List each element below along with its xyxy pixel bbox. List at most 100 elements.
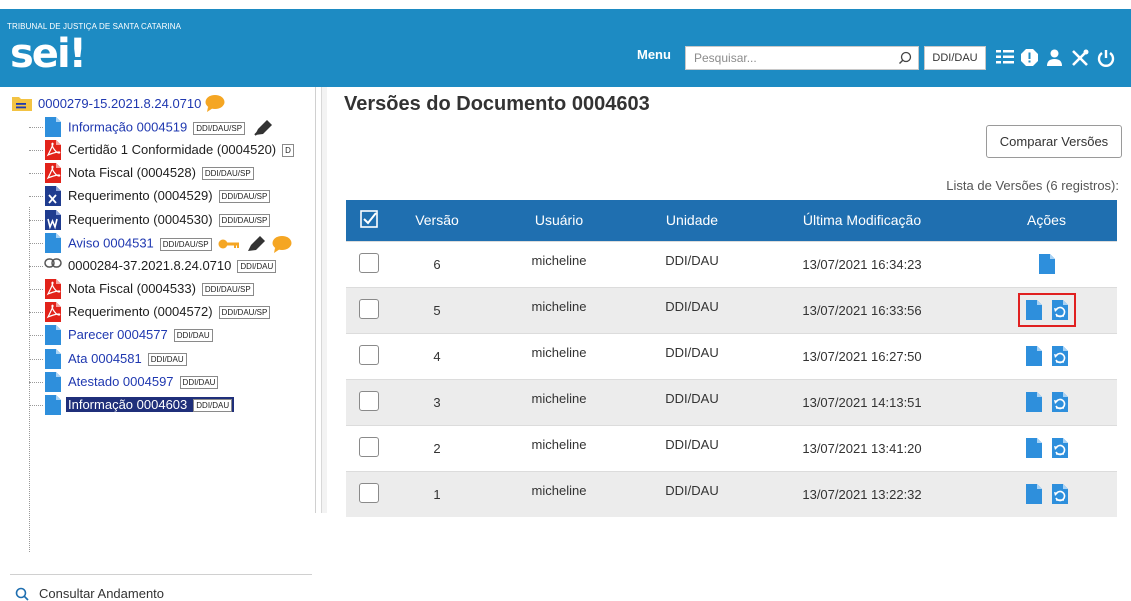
unit-tag[interactable]: DDI/DAU [193, 399, 233, 413]
tree-item-text[interactable]: Requerimento (0004530) [68, 212, 213, 227]
tree-item-label[interactable]: 0000284-37.2021.8.24.0710 DDI/DAU [68, 258, 277, 274]
tree-item-text[interactable]: Informação 0004603 [68, 397, 187, 412]
row-checkbox[interactable] [359, 298, 379, 319]
row-checkbox[interactable] [359, 252, 379, 273]
comment-icon[interactable] [272, 235, 292, 253]
tree-item[interactable]: Requerimento (0004530) DDI/DAU/SP [0, 209, 316, 231]
tree-item[interactable]: Certidão 1 Conformidade (0004520) D [0, 139, 316, 161]
unit-tag[interactable]: DDI/DAU [173, 329, 213, 343]
doc-blue-icon[interactable] [44, 233, 62, 256]
link-icon[interactable] [44, 256, 62, 273]
tree-item-label[interactable]: Aviso 0004531 DDI/DAU/SP [68, 235, 292, 253]
view-version-icon[interactable] [1025, 438, 1042, 458]
doc-blue-icon[interactable] [44, 395, 62, 418]
tree-item-label[interactable]: Parecer 0004577 DDI/DAU [68, 327, 213, 343]
signature-pen-icon[interactable] [253, 119, 273, 137]
row-checkbox[interactable] [359, 482, 379, 503]
folder-icon[interactable] [12, 95, 32, 111]
alert-icon[interactable] [1021, 49, 1038, 66]
tree-item-text[interactable]: Aviso 0004531 [68, 235, 154, 250]
unit-tag[interactable]: DDI/DAU [147, 353, 187, 367]
tree-item[interactable]: Parecer 0004577 DDI/DAU [0, 324, 316, 346]
search-icon[interactable] [898, 51, 912, 65]
unit-tag[interactable]: DDI/DAU/SP [201, 283, 254, 297]
consult-progress-label[interactable]: Consultar Andamento [39, 586, 164, 601]
tree-item[interactable]: Informação 0004603 DDI/DAU [0, 394, 316, 416]
view-version-icon[interactable] [1025, 346, 1042, 366]
row-checkbox[interactable] [359, 436, 379, 457]
unit-tag[interactable]: DDI/DAU/SP [218, 306, 271, 320]
tree-item[interactable]: Nota Fiscal (0004528) DDI/DAU/SP [0, 162, 316, 184]
tree-item-label[interactable]: Nota Fiscal (0004533) DDI/DAU/SP [68, 281, 254, 297]
compare-versions-button[interactable]: Comparar Versões [986, 125, 1122, 158]
key-icon[interactable] [218, 238, 240, 250]
tree-item[interactable]: Ata 0004581 DDI/DAU [0, 348, 316, 370]
tree-item[interactable]: Requerimento (0004572) DDI/DAU/SP [0, 301, 316, 323]
unit-tag[interactable]: DDI/DAU/SP [218, 190, 271, 204]
consult-progress-link[interactable]: Consultar Andamento [15, 586, 164, 601]
tree-item-label[interactable]: Nota Fiscal (0004528) DDI/DAU/SP [68, 165, 254, 181]
menu-button[interactable]: Menu [637, 47, 671, 62]
unit-tag[interactable]: DDI/DAU/SP [193, 121, 246, 135]
tree-item[interactable]: Informação 0004519 DDI/DAU/SP [0, 116, 316, 138]
user-icon[interactable] [1046, 49, 1063, 66]
panel-splitter[interactable] [321, 87, 327, 513]
tree-item-text[interactable]: Certidão 1 Conformidade (0004520) [68, 142, 276, 157]
unit-tag[interactable]: DDI/DAU [237, 260, 277, 274]
restore-version-icon[interactable] [1051, 300, 1068, 320]
excel-icon[interactable] [44, 186, 62, 209]
view-version-icon[interactable] [1025, 484, 1042, 505]
tree-item-text[interactable]: Atestado 0004597 [68, 374, 174, 389]
doc-blue-icon[interactable] [44, 349, 62, 372]
doc-blue-icon[interactable] [44, 117, 62, 140]
doc-blue-icon[interactable] [44, 372, 62, 395]
restore-version-icon[interactable] [1051, 346, 1068, 366]
restore-version-icon[interactable] [1051, 438, 1068, 458]
tree-item[interactable]: Requerimento (0004529) DDI/DAU/SP [0, 185, 316, 207]
word-icon[interactable] [44, 210, 62, 233]
tree-item-label[interactable]: Requerimento (0004529) DDI/DAU/SP [68, 188, 271, 204]
tools-icon[interactable] [1071, 49, 1089, 67]
control-panel-icon[interactable] [996, 49, 1014, 65]
restore-version-icon[interactable] [1051, 484, 1068, 505]
view-version-icon[interactable] [1025, 300, 1042, 320]
row-checkbox[interactable] [359, 390, 379, 411]
view-version-icon[interactable] [1025, 392, 1042, 412]
tree-item-text[interactable]: Informação 0004519 [68, 119, 187, 134]
tree-item-label[interactable]: Certidão 1 Conformidade (0004520) D [68, 142, 294, 158]
tree-item-text[interactable]: Nota Fiscal (0004533) [68, 281, 196, 296]
tree-item-text[interactable]: Requerimento (0004572) [68, 304, 213, 319]
tree-item[interactable]: Atestado 0004597 DDI/DAU [0, 371, 316, 393]
unit-selector[interactable]: DDI/DAU [924, 46, 986, 70]
pdf-icon[interactable] [44, 163, 62, 186]
restore-version-icon[interactable] [1051, 392, 1068, 412]
tree-item-label[interactable]: Requerimento (0004530) DDI/DAU/SP [68, 212, 271, 228]
tree-item-text[interactable]: Parecer 0004577 [68, 327, 168, 342]
process-root[interactable]: 0000279-15.2021.8.24.0710 [12, 92, 225, 114]
pdf-icon[interactable] [44, 302, 62, 325]
unit-tag[interactable]: D [282, 144, 294, 158]
tree-item[interactable]: Aviso 0004531 DDI/DAU/SP [0, 232, 316, 254]
tree-item-text[interactable]: Requerimento (0004529) [68, 188, 213, 203]
tree-item-label[interactable]: Informação 0004519 DDI/DAU/SP [68, 119, 273, 137]
unit-tag[interactable]: DDI/DAU/SP [159, 237, 212, 251]
tree-item-label[interactable]: Atestado 0004597 DDI/DAU [68, 374, 219, 390]
pdf-icon[interactable] [44, 279, 62, 302]
comment-icon[interactable] [205, 94, 225, 112]
select-all-header[interactable] [346, 200, 392, 241]
select-all-icon[interactable] [360, 209, 378, 228]
sei-logo[interactable]: sei! [10, 31, 87, 77]
tree-item-label[interactable]: Informação 0004603 DDI/DAU [66, 397, 235, 413]
view-version-icon[interactable] [1038, 254, 1055, 274]
row-checkbox[interactable] [359, 344, 379, 365]
pdf-icon[interactable] [44, 140, 62, 163]
tree-item-text[interactable]: 0000284-37.2021.8.24.0710 [68, 258, 231, 273]
doc-blue-icon[interactable] [44, 325, 62, 348]
tree-item-label[interactable]: Ata 0004581 DDI/DAU [68, 351, 187, 367]
unit-tag[interactable]: DDI/DAU [179, 376, 219, 390]
search-input[interactable] [686, 47, 886, 69]
signature-pen-icon[interactable] [246, 235, 266, 253]
tree-item[interactable]: 0000284-37.2021.8.24.0710 DDI/DAU [0, 255, 316, 277]
process-number[interactable]: 0000279-15.2021.8.24.0710 [38, 96, 201, 111]
tree-item[interactable]: Nota Fiscal (0004533) DDI/DAU/SP [0, 278, 316, 300]
